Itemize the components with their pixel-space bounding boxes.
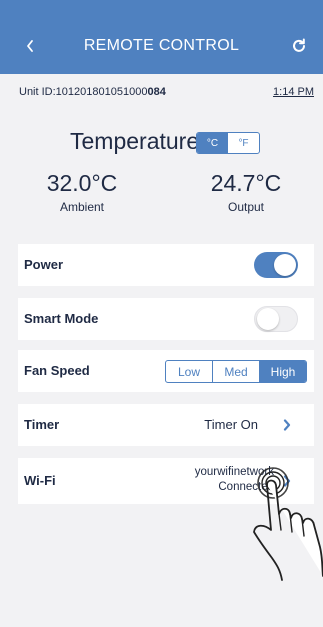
ambient-reading: 32.0°C Ambient bbox=[22, 170, 142, 214]
fan-speed-selector: Low Med High bbox=[165, 360, 307, 383]
wifi-label: Wi-Fi bbox=[24, 473, 56, 488]
fan-speed-med[interactable]: Med bbox=[213, 361, 260, 382]
fan-speed-high[interactable]: High bbox=[260, 361, 306, 382]
tap-hand-icon bbox=[253, 467, 323, 581]
ambient-value: 32.0°C bbox=[46, 170, 118, 196]
ambient-label: Ambient bbox=[59, 200, 105, 214]
time-link[interactable]: 1:14 PM bbox=[273, 86, 314, 98]
chevron-right-icon bbox=[283, 419, 291, 431]
unit-fahrenheit-option[interactable]: °F bbox=[228, 133, 259, 153]
output-reading: 24.7°C Output bbox=[186, 170, 306, 214]
refresh-button[interactable] bbox=[287, 34, 311, 58]
unit-celsius-option[interactable]: °C bbox=[197, 133, 228, 153]
header-bar: REMOTE CONTROL bbox=[0, 0, 323, 74]
fan-speed-row: Fan Speed Low Med High bbox=[18, 350, 314, 392]
smart-mode-toggle[interactable] bbox=[254, 306, 298, 332]
power-row: Power bbox=[18, 244, 314, 286]
page-title: REMOTE CONTROL bbox=[83, 37, 240, 54]
fan-speed-low[interactable]: Low bbox=[166, 361, 213, 382]
toggle-knob bbox=[257, 308, 279, 330]
fan-speed-label: Fan Speed bbox=[24, 363, 90, 378]
temperature-unit-toggle: °C °F bbox=[196, 132, 260, 154]
timer-label: Timer bbox=[24, 417, 60, 432]
unit-id: Unit ID:101201801051000084 bbox=[19, 86, 166, 98]
power-label: Power bbox=[24, 257, 64, 272]
timer-chevron[interactable] bbox=[280, 418, 294, 432]
smart-mode-label: Smart Mode bbox=[24, 311, 99, 326]
unit-id-suffix: 084 bbox=[147, 86, 166, 98]
output-label: Output bbox=[227, 200, 265, 214]
toggle-knob bbox=[274, 254, 296, 276]
timer-row[interactable]: Timer Timer On bbox=[18, 404, 314, 446]
smart-mode-row: Smart Mode bbox=[18, 298, 314, 340]
output-value: 24.7°C bbox=[210, 170, 282, 196]
timer-value[interactable]: Timer On bbox=[204, 404, 258, 446]
unit-id-prefix: Unit ID:101201801051000 bbox=[19, 86, 148, 98]
unit-info-row: Unit ID:101201801051000084 1:14 PM bbox=[19, 86, 314, 102]
refresh-icon bbox=[293, 38, 305, 52]
power-toggle[interactable] bbox=[254, 252, 298, 278]
temperature-title: Temperature bbox=[70, 128, 200, 154]
